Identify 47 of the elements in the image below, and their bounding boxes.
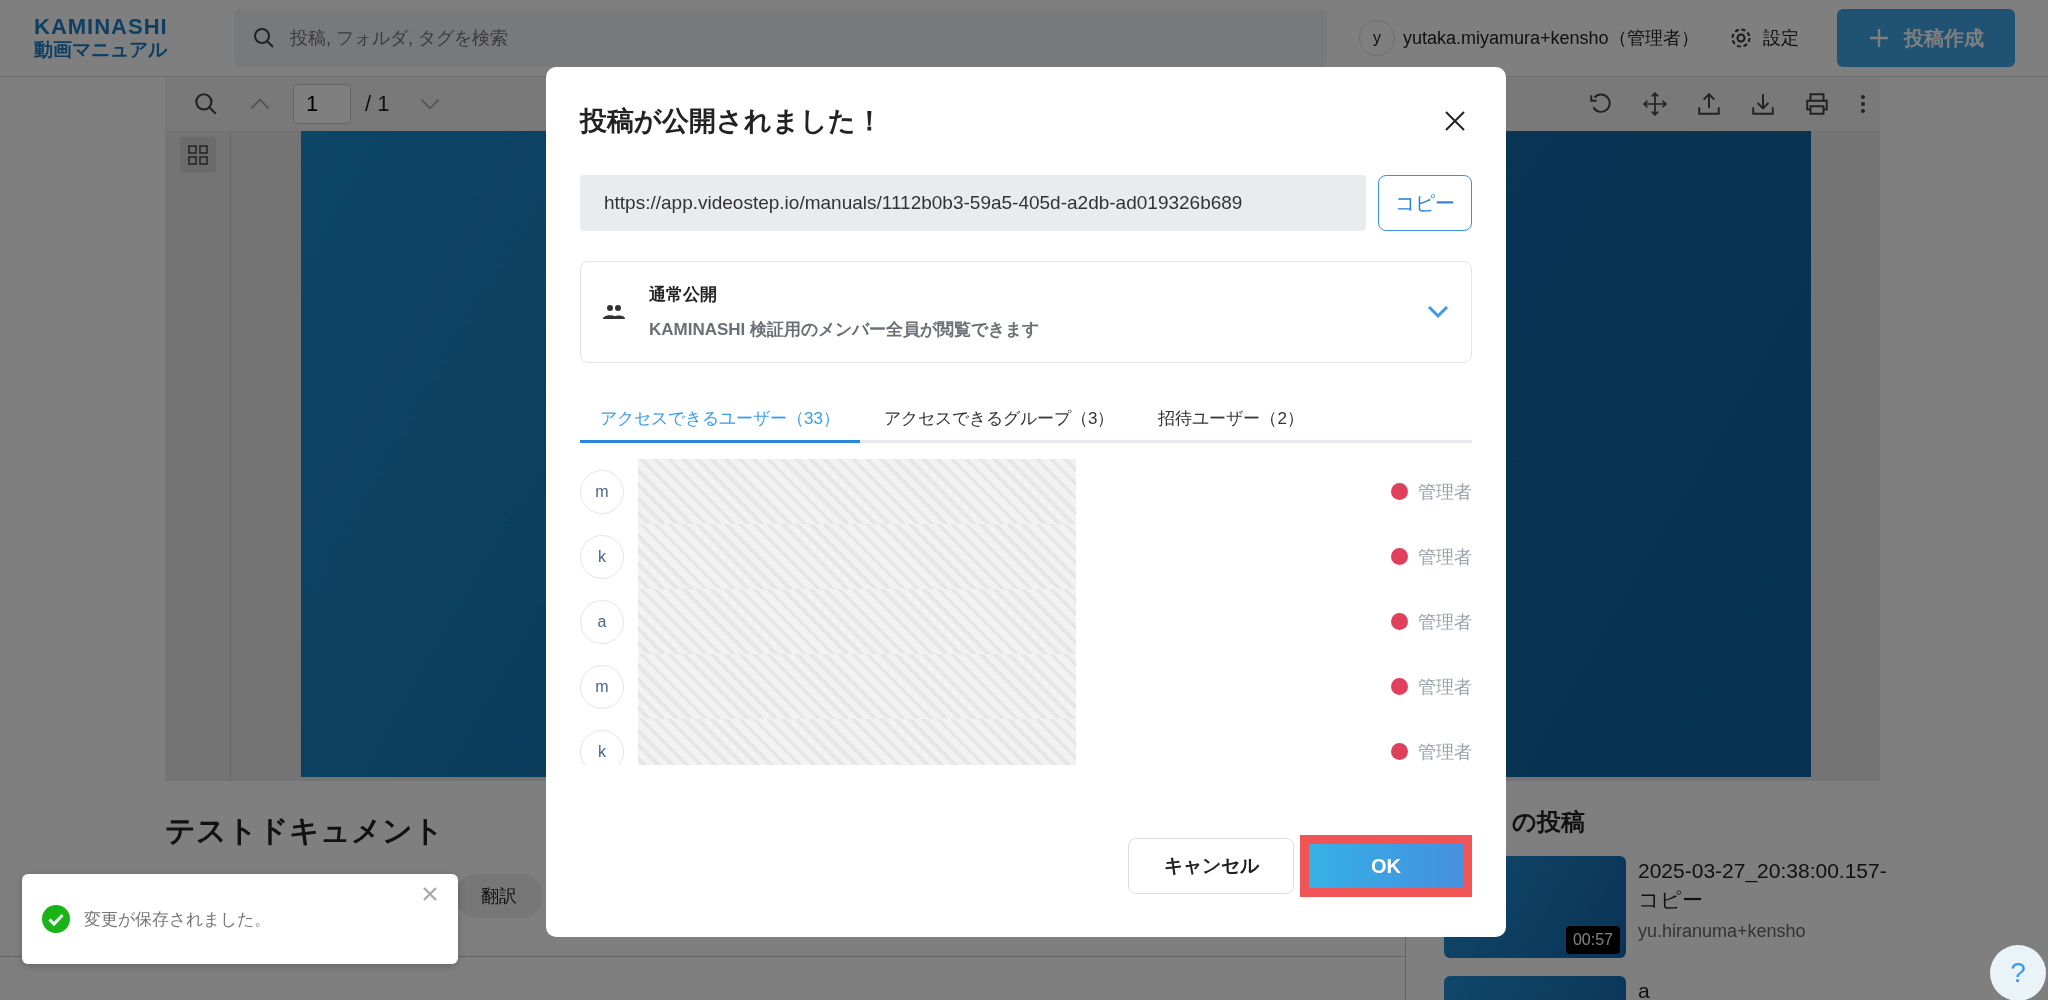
thumbnails-icon[interactable] xyxy=(179,137,216,173)
tab[interactable]: 招待ユーザー（2） xyxy=(1138,397,1324,443)
post-title[interactable]: a xyxy=(1638,976,1888,1000)
user-name[interactable]: yutaka.miyamura+kensho（管理者） xyxy=(1403,26,1699,50)
document-title: テストドキュメント xyxy=(165,813,445,849)
print-icon[interactable] xyxy=(1804,91,1830,117)
translate-button[interactable]: 翻訳 xyxy=(455,874,543,918)
role-dot xyxy=(1391,743,1408,760)
move-icon[interactable] xyxy=(1642,91,1668,117)
role-dot xyxy=(1391,678,1408,695)
dialog-title: 投稿が公開されました！ xyxy=(580,105,883,138)
tab[interactable]: アクセスできるユーザー（33） xyxy=(580,397,860,443)
download-icon[interactable] xyxy=(1750,91,1776,117)
duration-badge: 00:57 xyxy=(1565,926,1620,954)
ok-button[interactable]: OK xyxy=(1309,844,1463,888)
help-button[interactable]: ? xyxy=(1990,945,2046,1000)
visibility-label: 通常公開 xyxy=(649,284,718,306)
page-number-field[interactable]: 1 xyxy=(293,84,351,124)
search-icon[interactable] xyxy=(193,91,219,117)
people-icon xyxy=(603,304,625,320)
post-author: yu.hiranuma+kensho xyxy=(1638,920,1807,942)
role-dot xyxy=(1391,548,1408,565)
search-field[interactable]: 投稿, フォルダ, タグを検索 xyxy=(234,9,1327,67)
settings-button[interactable]: 設定 xyxy=(1722,25,1805,51)
tab[interactable]: アクセスできるグループ（3） xyxy=(863,397,1135,443)
visibility-description: KAMINASHI 検証用のメンバー全員が閲覧できます xyxy=(649,319,1041,341)
plus-icon xyxy=(1867,27,1890,49)
role-dot xyxy=(1391,613,1408,630)
copy-button[interactable]: コピー xyxy=(1378,175,1472,231)
page-total: / 1 xyxy=(365,91,390,117)
post-title[interactable]: 2025-03-27_20:38:00.157-コピー xyxy=(1638,856,1888,915)
member-role[interactable]: 管理者 xyxy=(1418,479,1472,504)
close-icon[interactable] xyxy=(1444,110,1466,132)
member-role[interactable]: 管理者 xyxy=(1418,739,1472,764)
member-role[interactable]: 管理者 xyxy=(1418,674,1472,699)
check-circle-icon xyxy=(42,905,70,933)
app-logo[interactable]: KAMINASHI 動画マニュアル xyxy=(34,15,234,61)
role-dot xyxy=(1391,483,1408,500)
toast-message: 変更が保存されました。 xyxy=(84,908,272,931)
upload-icon[interactable] xyxy=(1696,91,1722,117)
search-icon xyxy=(252,26,276,50)
member-role[interactable]: 管理者 xyxy=(1418,609,1472,634)
cancel-button[interactable]: キャンセル xyxy=(1128,838,1294,894)
member-role[interactable]: 管理者 xyxy=(1418,544,1472,569)
visibility-selector[interactable]: 通常公開 KAMINASHI 検証用のメンバー全員が閲覧できます xyxy=(580,261,1472,363)
related-posts-heading: の投稿 xyxy=(1511,807,1586,837)
url-field[interactable]: https://app.videostep.io/manuals/1112b0b3-59a5-405d-a2db-ad019326b689 xyxy=(580,175,1366,231)
